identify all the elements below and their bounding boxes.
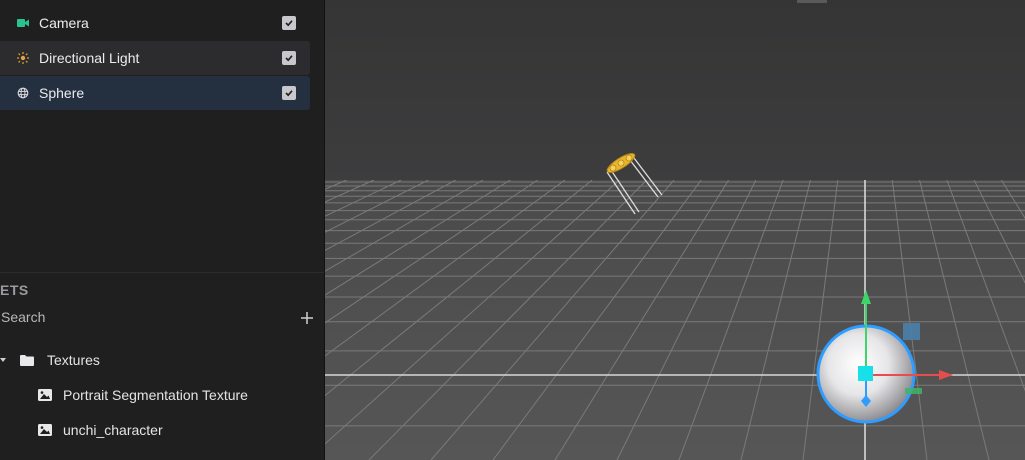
assets-search-input[interactable] [1, 309, 261, 325]
chevron-down-icon[interactable] [0, 355, 8, 365]
add-asset-button[interactable] [297, 308, 317, 328]
scene-background [325, 0, 1025, 180]
sun-icon [15, 50, 31, 66]
visibility-checkbox[interactable] [282, 16, 296, 30]
left-panel: Camera Directional Light Sphere ETS Sear… [0, 0, 324, 460]
asset-folder-label: Textures [47, 352, 100, 368]
asset-item-portrait-segmentation-texture[interactable]: Portrait Segmentation Texture [38, 380, 248, 410]
folder-icon [20, 354, 34, 366]
hierarchy-item-directional-light[interactable]: Directional Light [0, 41, 310, 75]
asset-item-unchi-character[interactable]: unchi_character [38, 415, 163, 445]
scene-canvas [325, 0, 1025, 460]
asset-folder-textures[interactable]: Textures [0, 345, 100, 375]
panel-divider [0, 272, 324, 273]
image-icon [38, 424, 52, 436]
asset-item-label: Portrait Segmentation Texture [63, 387, 248, 403]
asset-item-label: unchi_character [63, 422, 163, 438]
check-icon [285, 20, 293, 27]
hierarchy-item-sphere[interactable]: Sphere [0, 76, 310, 110]
hierarchy-item-label: Camera [39, 15, 89, 31]
camera-icon [15, 15, 31, 31]
image-icon [38, 389, 52, 401]
globe-icon [15, 85, 31, 101]
hierarchy-item-label: Sphere [39, 85, 85, 101]
gizmo-plane-handle-xz [905, 388, 922, 394]
scene-viewport[interactable] [325, 0, 1025, 460]
hierarchy-item-camera[interactable]: Camera [0, 6, 310, 40]
check-icon [285, 55, 293, 62]
gizmo-center-handle [858, 366, 873, 381]
plus-icon [301, 312, 313, 324]
check-icon [285, 90, 293, 97]
hierarchy-item-label: Directional Light [39, 50, 140, 66]
visibility-checkbox[interactable] [282, 51, 296, 65]
viewport-toolbar-tab [797, 0, 827, 3]
assets-section-title: ETS [0, 282, 29, 298]
visibility-checkbox[interactable] [282, 86, 296, 100]
ground-plane [325, 180, 1025, 460]
gizmo-plane-handle [903, 323, 920, 340]
